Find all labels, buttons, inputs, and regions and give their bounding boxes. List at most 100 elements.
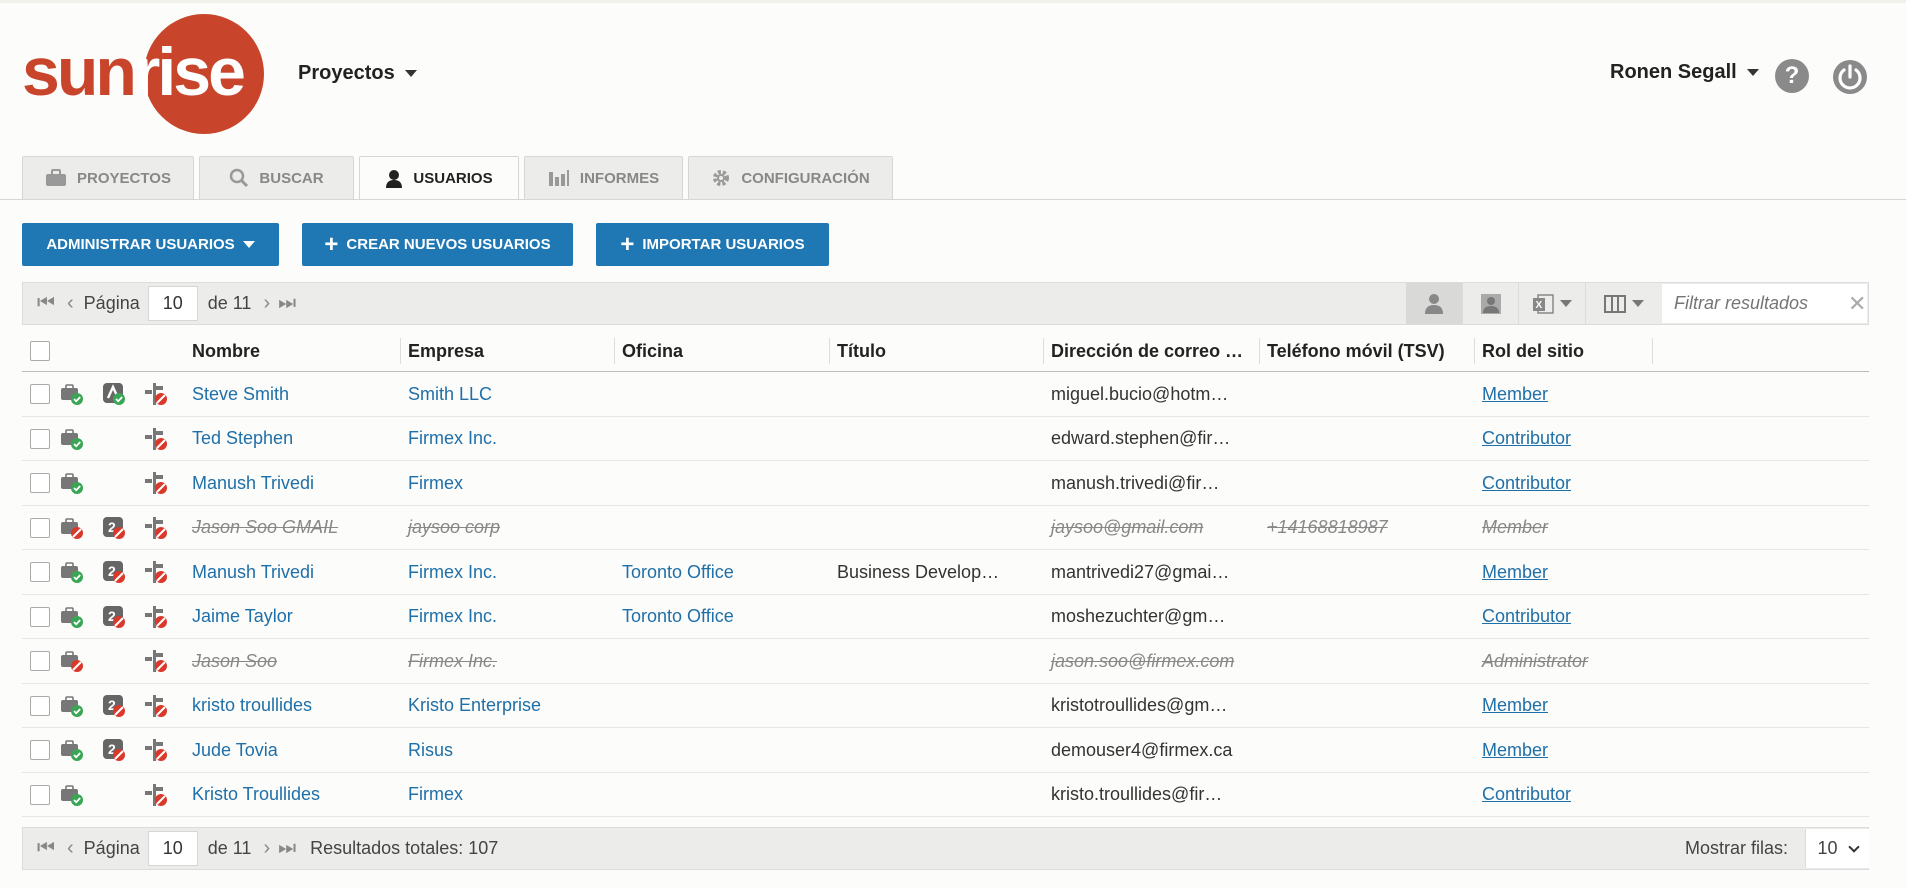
cell-role[interactable]: Contributor: [1474, 461, 1650, 505]
table-row[interactable]: Steve Smith Smith LLC miguel.bucio@hotm… Me…: [22, 372, 1869, 417]
table-row[interactable]: 2 kristo troullides Kristo Enterprise krist…: [22, 684, 1869, 728]
cell-name[interactable]: Manush Trivedi: [184, 461, 398, 505]
cell-office[interactable]: [614, 773, 827, 817]
row-checkbox[interactable]: [30, 740, 50, 760]
rows-per-page-select[interactable]: 10: [1805, 829, 1869, 868]
row-checkbox[interactable]: [30, 473, 50, 493]
first-page-icon[interactable]: ⏮: [37, 837, 55, 860]
column-header-rol[interactable]: Rol del sitio: [1474, 330, 1584, 372]
clear-filter-icon[interactable]: ✕: [1848, 291, 1866, 317]
view-all-users-button[interactable]: [1462, 283, 1518, 324]
row-checkbox[interactable]: [30, 517, 50, 538]
cell-company[interactable]: Firmex: [400, 461, 612, 505]
next-page-icon[interactable]: ›: [263, 837, 270, 860]
cell-name[interactable]: Ted Stephen: [184, 417, 398, 461]
last-page-icon[interactable]: ⏭: [278, 292, 296, 315]
column-header-titulo[interactable]: Título: [829, 330, 886, 372]
cell-title: [829, 773, 1041, 817]
cell-name[interactable]: Jason Soo GMAIL: [184, 506, 398, 550]
cell-office[interactable]: [614, 639, 827, 683]
select-all-checkbox[interactable]: [30, 341, 50, 361]
column-header-empresa[interactable]: Empresa: [400, 330, 484, 372]
row-checkbox[interactable]: [30, 384, 50, 404]
cell-role[interactable]: Member: [1474, 372, 1650, 416]
cell-office[interactable]: [614, 684, 827, 728]
cell-role[interactable]: Contributor: [1474, 773, 1650, 817]
row-checkbox[interactable]: [30, 428, 50, 449]
cell-company[interactable]: Firmex Inc.: [400, 639, 612, 683]
table-row[interactable]: Jason Soo Firmex Inc. jason.soo@firmex.com…: [22, 639, 1869, 684]
cell-role[interactable]: Member: [1474, 684, 1650, 728]
table-row[interactable]: Ted Stephen Firmex Inc. edward.stephen@fir…: [22, 417, 1869, 461]
cell-company[interactable]: Firmex Inc.: [400, 595, 612, 639]
table-row[interactable]: Kristo Troullides Firmex kristo.troullides…: [22, 773, 1869, 817]
table-row[interactable]: 2 Jason Soo GMAIL jaysoo corp jaysoo@gmail.…: [22, 506, 1869, 550]
cell-role[interactable]: Member: [1474, 506, 1650, 550]
filter-input[interactable]: [1674, 293, 1844, 314]
prev-page-icon[interactable]: ‹: [67, 837, 74, 860]
row-checkbox[interactable]: [30, 651, 50, 671]
cell-office[interactable]: [614, 461, 827, 505]
cell-office[interactable]: Toronto Office: [614, 595, 827, 639]
table-row[interactable]: 2 Jude Tovia Risus demouser4@firmex.ca Membe…: [22, 728, 1869, 773]
cell-company[interactable]: Kristo Enterprise: [400, 684, 612, 728]
cell-role[interactable]: Member: [1474, 550, 1650, 594]
two-factor-disabled-icon: 2: [102, 694, 126, 718]
user-menu-dropdown[interactable]: Ronen Segall: [1610, 61, 1759, 84]
view-active-users-button[interactable]: [1406, 283, 1462, 324]
cell-company[interactable]: Firmex Inc.: [400, 417, 612, 461]
create-users-button[interactable]: + CREAR NUEVOS USUARIOS: [302, 223, 573, 266]
row-checkbox[interactable]: [30, 562, 50, 582]
cell-name[interactable]: Jaime Taylor: [184, 595, 398, 639]
import-users-button[interactable]: + IMPORTAR USUARIOS: [596, 223, 829, 266]
sunrise-logo[interactable]: sunrise: [22, 14, 268, 134]
cell-office[interactable]: Toronto Office: [614, 550, 827, 594]
cell-company[interactable]: jaysoo corp: [400, 506, 612, 550]
next-page-icon[interactable]: ›: [263, 292, 270, 315]
column-header-email[interactable]: Dirección de correo …: [1043, 330, 1243, 372]
tab-configuracion[interactable]: CONFIGURACIÓN: [688, 156, 893, 199]
column-header-telefono[interactable]: Teléfono móvil (TSV): [1259, 330, 1445, 372]
row-checkbox[interactable]: [30, 606, 50, 627]
cell-office[interactable]: [614, 728, 827, 772]
table-row[interactable]: 2 Manush Trivedi Firmex Inc. Toronto Office…: [22, 550, 1869, 595]
export-excel-button[interactable]: X: [1518, 283, 1585, 324]
cell-name[interactable]: Steve Smith: [184, 372, 398, 416]
cell-name[interactable]: kristo troullides: [184, 684, 398, 728]
cell-role[interactable]: Administrator: [1474, 639, 1650, 683]
power-icon[interactable]: [1832, 59, 1868, 95]
cell-name[interactable]: Jason Soo: [184, 639, 398, 683]
table-row[interactable]: Manush Trivedi Firmex manush.trivedi@fir… C…: [22, 461, 1869, 506]
column-header-nombre[interactable]: Nombre: [184, 330, 260, 372]
column-header-oficina[interactable]: Oficina: [614, 330, 683, 372]
cell-company[interactable]: Firmex: [400, 773, 612, 817]
row-checkbox[interactable]: [30, 695, 50, 716]
cell-office[interactable]: [614, 506, 827, 550]
cell-office[interactable]: [614, 417, 827, 461]
page-number-input[interactable]: [147, 286, 198, 321]
cell-name[interactable]: Manush Trivedi: [184, 550, 398, 594]
cell-company[interactable]: Smith LLC: [400, 372, 612, 416]
row-checkbox[interactable]: [30, 784, 50, 805]
last-page-icon[interactable]: ⏭: [278, 837, 296, 860]
cell-role[interactable]: Contributor: [1474, 595, 1650, 639]
prev-page-icon[interactable]: ‹: [67, 292, 74, 315]
page-number-input[interactable]: [147, 831, 198, 866]
projects-dropdown[interactable]: Proyectos: [298, 62, 417, 85]
cell-name[interactable]: Kristo Troullides: [184, 773, 398, 817]
cell-role[interactable]: Contributor: [1474, 417, 1650, 461]
cell-company[interactable]: Firmex Inc.: [400, 550, 612, 594]
cell-office[interactable]: [614, 372, 827, 416]
cell-company[interactable]: Risus: [400, 728, 612, 772]
tab-proyectos[interactable]: PROYECTOS: [22, 156, 194, 199]
tab-informes[interactable]: INFORMES: [524, 156, 683, 199]
manage-users-button[interactable]: ADMINISTRAR USUARIOS: [22, 223, 279, 266]
cell-name[interactable]: Jude Tovia: [184, 728, 398, 772]
table-row[interactable]: 2 Jaime Taylor Firmex Inc. Toronto Office mo…: [22, 595, 1869, 639]
help-icon[interactable]: ?: [1775, 59, 1809, 93]
cell-role[interactable]: Member: [1474, 728, 1650, 772]
tab-usuarios[interactable]: USUARIOS: [359, 156, 519, 200]
columns-chooser-button[interactable]: [1585, 283, 1662, 324]
tab-buscar[interactable]: BUSCAR: [199, 156, 354, 199]
first-page-icon[interactable]: ⏮: [37, 292, 55, 315]
